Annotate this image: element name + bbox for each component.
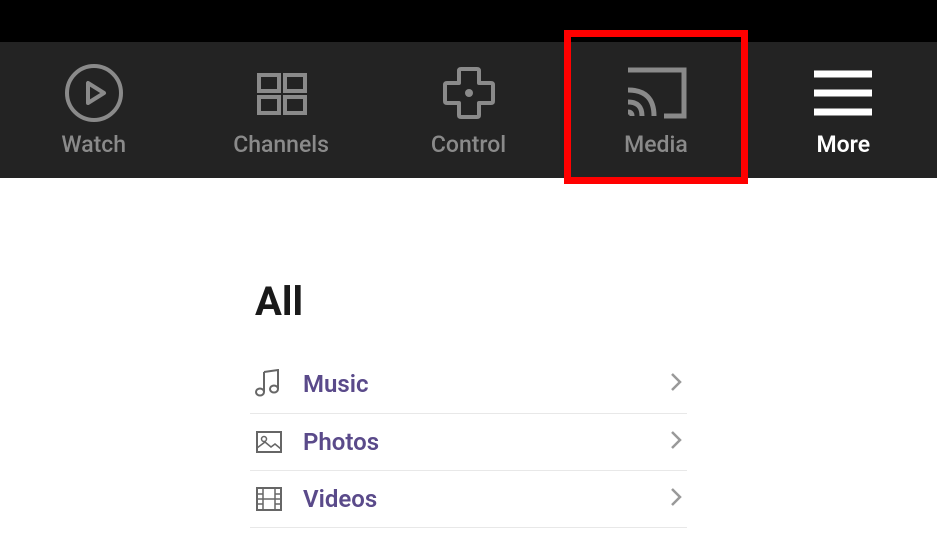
list-item-label: Videos bbox=[295, 485, 670, 513]
cast-icon bbox=[624, 63, 688, 123]
nav-label: Control bbox=[431, 131, 506, 158]
nav-bar: Watch Channels Control bbox=[0, 42, 937, 178]
nav-tab-control[interactable]: Control bbox=[375, 42, 562, 178]
nav-label: More bbox=[817, 131, 871, 158]
dpad-icon bbox=[439, 63, 499, 123]
hamburger-icon bbox=[812, 63, 874, 123]
music-icon bbox=[255, 369, 295, 399]
video-icon bbox=[255, 486, 295, 512]
nav-label: Channels bbox=[233, 131, 329, 158]
play-circle-icon bbox=[64, 63, 124, 123]
grid-icon bbox=[251, 63, 311, 123]
nav-tab-watch[interactable]: Watch bbox=[0, 42, 187, 178]
list-item-videos[interactable]: Videos bbox=[250, 471, 687, 528]
photo-icon bbox=[255, 430, 295, 454]
list-item-music[interactable]: Music bbox=[250, 355, 687, 414]
chevron-right-icon bbox=[670, 372, 682, 396]
chevron-right-icon bbox=[670, 430, 682, 454]
content-area: All Music Photos bbox=[0, 178, 937, 528]
nav-label: Watch bbox=[61, 131, 126, 158]
section-title: All bbox=[250, 278, 687, 325]
status-bar bbox=[0, 0, 937, 42]
nav-label: Media bbox=[624, 131, 688, 158]
list-item-photos[interactable]: Photos bbox=[250, 414, 687, 471]
list-item-label: Music bbox=[295, 370, 670, 398]
nav-tab-more[interactable]: More bbox=[750, 42, 937, 178]
list-item-label: Photos bbox=[295, 428, 670, 456]
nav-tab-channels[interactable]: Channels bbox=[187, 42, 374, 178]
nav-tab-media[interactable]: Media bbox=[562, 42, 749, 178]
chevron-right-icon bbox=[670, 487, 682, 511]
